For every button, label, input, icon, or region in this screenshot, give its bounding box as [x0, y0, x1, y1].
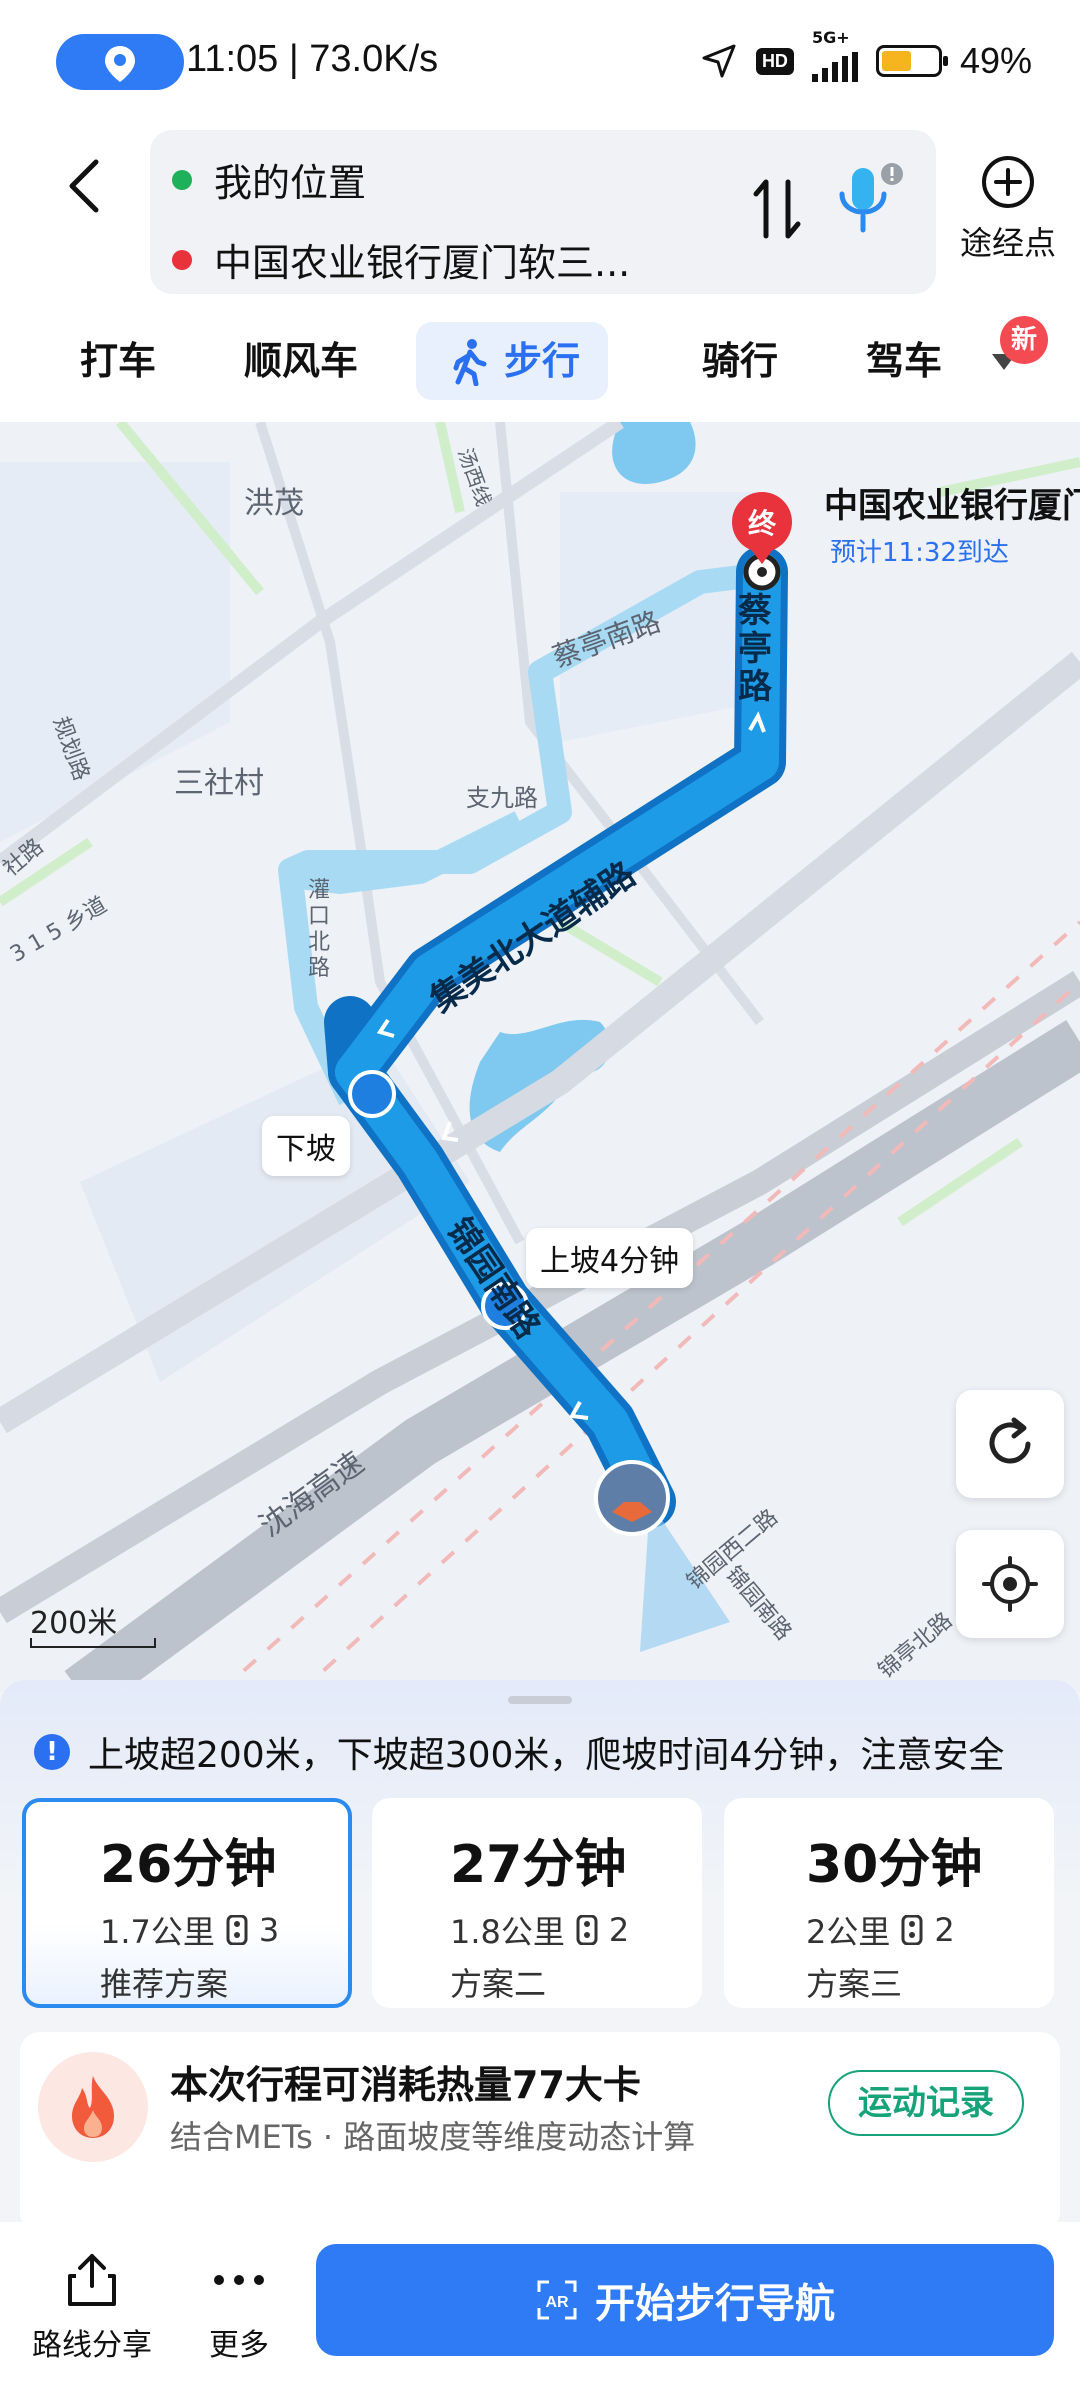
route-input-box: 我的位置 中国农业银行厦门软三...	[150, 130, 936, 294]
calorie-title: 本次行程可消耗热量77大卡	[170, 2063, 641, 2107]
tab-walk-label: 步行	[504, 339, 581, 383]
flame-icon	[72, 2076, 114, 2138]
map-scale-label: 200米	[30, 1606, 118, 1641]
microphone-icon[interactable]	[830, 160, 910, 244]
target-locate-icon	[982, 1556, 1038, 1612]
start-navigation-label: 开始步行导航	[595, 2281, 835, 2327]
tab-drive[interactable]: 驾车	[866, 322, 942, 400]
battery-percent: 49%	[959, 40, 1032, 81]
info-icon: !	[34, 1734, 70, 1770]
walking-person-icon	[453, 339, 487, 386]
tab-bike[interactable]: 骑行	[702, 322, 778, 400]
calorie-card: 本次行程可消耗热量77大卡 结合METs · 路面坡度等维度动态计算 运动记录	[20, 2032, 1060, 2232]
status-icons: HD 5G+ 49%	[700, 28, 1032, 86]
refresh-button[interactable]	[956, 1390, 1064, 1498]
origin-dot-icon	[172, 169, 192, 190]
waypoint-button[interactable]: 途经点	[958, 154, 1058, 264]
tab-taxi[interactable]: 打车	[80, 322, 156, 400]
origin-label: 我的位置	[214, 161, 367, 205]
plan-distance: 1.7公里	[100, 1913, 215, 1951]
ar-icon: AR	[537, 2280, 577, 2320]
route-header: 我的位置 中国农业银行厦门软三... 途经点	[0, 126, 1080, 310]
network-type: 5G+	[811, 28, 850, 47]
place-label: 三社村	[174, 766, 264, 801]
status-bar: 11:05 | 73.0K/s HD 5G+ 49%	[0, 0, 1080, 126]
plan-traffic-lights: 2	[934, 1911, 955, 1949]
start-walking-navigation-button[interactable]: AR 开始步行导航	[316, 2244, 1054, 2356]
uphill-callout: 上坡4分钟	[526, 1228, 694, 1288]
hd-badge: HD	[755, 47, 794, 75]
travel-mode-tabs: 打车 顺风车 步行 骑行 驾车 新	[0, 310, 1080, 422]
waypoint-label: 途经点	[959, 224, 1056, 262]
traffic-light-icon	[901, 1915, 923, 1945]
map-view[interactable]: 洪茂 三社村 支九路 灌口北路 沈海高速 蔡亭南路 汤西线 规划路 3 1 5 …	[0, 422, 1080, 1692]
plan-time: 26分钟	[100, 1835, 277, 1895]
location-pill[interactable]	[56, 34, 184, 90]
map-scale-bar	[30, 1638, 156, 1648]
plan-time: 27分钟	[450, 1835, 627, 1895]
bottom-action-bar: 路线分享 更多 AR 开始步行导航	[0, 2222, 1080, 2400]
refresh-icon	[989, 1417, 1031, 1464]
route-plan-card[interactable]: 26分钟 1.7公里 3 推荐方案	[22, 1798, 352, 2008]
destination-name: 中国农业银行厦门	[824, 486, 1080, 526]
share-route-button[interactable]: 路线分享	[30, 2250, 154, 2364]
plan-name: 方案三	[806, 1965, 903, 2003]
exercise-record-button[interactable]: 运动记录	[828, 2070, 1024, 2136]
place-label: 灌口北路	[308, 878, 331, 981]
flame-badge	[38, 2052, 148, 2162]
place-label: 支九路	[466, 784, 538, 812]
plan-name: 推荐方案	[100, 1965, 229, 2003]
route-road-label: 蔡亭路	[738, 591, 772, 707]
back-arrow-icon[interactable]	[56, 146, 116, 226]
plan-details: 1.7公里 3	[100, 1907, 348, 1953]
signal-icon: 5G+	[811, 28, 858, 82]
plan-details: 1.8公里 2	[450, 1907, 702, 1953]
battery-icon	[875, 45, 948, 77]
swap-icon[interactable]	[750, 174, 806, 244]
traffic-light-icon	[226, 1915, 248, 1945]
tab-walk[interactable]: 步行	[416, 322, 609, 400]
drag-handle[interactable]	[508, 1696, 572, 1704]
share-label: 路线分享	[32, 2328, 152, 2363]
navigation-arrow-icon	[702, 44, 736, 78]
traffic-light-icon	[576, 1915, 598, 1945]
end-marker-label: 终	[747, 507, 776, 540]
downhill-callout: 下坡	[262, 1116, 350, 1176]
place-label: 洪茂	[244, 486, 304, 521]
plan-traffic-lights: 2	[608, 1911, 630, 1949]
plan-traffic-lights: 3	[258, 1911, 280, 1949]
slope-notice: ! 上坡超200米，下坡超300米，爬坡时间4分钟，注意安全	[34, 1726, 1004, 1778]
map-base	[0, 422, 1080, 1692]
destination-field[interactable]: 中国农业银行厦门软三...	[172, 232, 630, 287]
destination-label: 中国农业银行厦门软三...	[214, 241, 631, 285]
new-badge: 新	[1000, 316, 1048, 364]
eta-label: 预计11:32到达	[830, 538, 1009, 568]
route-plan-card[interactable]: 27分钟 1.8公里 2 方案二	[372, 1798, 702, 2008]
origin-field[interactable]: 我的位置	[172, 152, 366, 207]
plan-details: 2公里 2	[806, 1907, 1054, 1953]
my-location-button[interactable]	[956, 1530, 1064, 1638]
status-time-speed: 11:05 | 73.0K/s	[186, 38, 439, 80]
location-pin-icon	[105, 46, 135, 82]
plan-distance: 1.8公里	[450, 1913, 565, 1951]
plan-time: 30分钟	[806, 1835, 983, 1895]
destination-dot-icon	[172, 249, 192, 270]
add-circle-icon	[982, 156, 1034, 208]
share-icon	[68, 2254, 116, 2306]
calorie-subtitle: 结合METs · 路面坡度等维度动态计算	[170, 2118, 696, 2156]
more-label: 更多	[209, 2328, 269, 2363]
tab-carpool[interactable]: 顺风车	[244, 322, 358, 400]
svg-text:AR: AR	[545, 2294, 569, 2311]
more-button[interactable]: 更多	[194, 2250, 284, 2364]
slope-notice-text: 上坡超200米，下坡超300米，爬坡时间4分钟，注意安全	[88, 1735, 1005, 1776]
plan-name: 方案二	[450, 1965, 547, 2003]
more-dots-icon	[214, 2275, 264, 2285]
route-plan-card[interactable]: 30分钟 2公里 2 方案三	[724, 1798, 1054, 2008]
plan-distance: 2公里	[806, 1913, 891, 1951]
